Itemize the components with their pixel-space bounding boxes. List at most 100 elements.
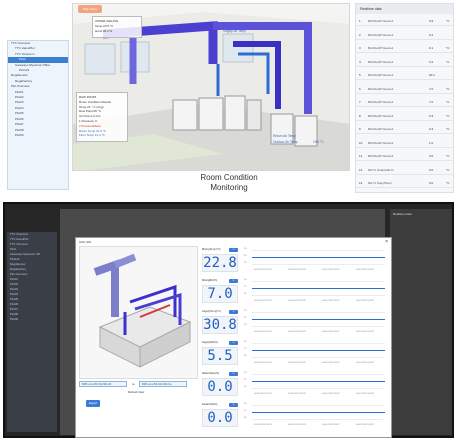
realtime-row[interactable]: 8 BACNetIP Device1 0.3 °C xyxy=(356,111,453,121)
realtime-cell-u: °C xyxy=(446,167,450,172)
realtime-row[interactable]: 9 BACNetIP Device1 0.3 °C xyxy=(356,124,453,134)
realtime-cell-v: 7.0 xyxy=(429,86,434,91)
trend-x-tick: 00:00 22/07 03:25 xyxy=(288,331,306,333)
trend-y-label: 22 xyxy=(244,348,247,350)
modal-title: OAC 301 xyxy=(79,240,92,244)
realtime-cell-u: °C xyxy=(446,59,450,64)
trend-y-label: 22 xyxy=(244,286,247,288)
realtime-cell-n: 6 xyxy=(359,86,361,91)
duct-temp-tag: Supply Air Temp xyxy=(223,29,246,33)
kpi-card: WaterValve(%)% 0.0 xyxy=(202,372,238,399)
equipment-modal: OAC 301 × BMS ems.BF.OAC301-Mi to BMS em… xyxy=(75,237,392,438)
trend-line xyxy=(252,412,385,413)
trend-x-tick: 00:00 22/07 03:27 xyxy=(322,269,340,271)
trend-line xyxy=(252,319,385,320)
trend-y-label: 20 xyxy=(244,262,247,264)
trend-gridline xyxy=(252,374,385,375)
tree-item[interactable]: Plot09 xyxy=(7,317,57,322)
trend-x-tick: 00:00 22/07 03:25 xyxy=(288,362,306,364)
trend-x-tick: 00:00 22/07 03:23 xyxy=(254,424,272,426)
trend-y-label: 22 xyxy=(244,379,247,381)
kpi-label: WaterValve(%) xyxy=(202,372,220,375)
kpi-card: SupplyTemp(°C) °C 30.8 xyxy=(202,310,238,337)
realtime-cell-n: 3 xyxy=(359,46,361,50)
kpi-label: MixingTemp(°C) xyxy=(202,248,221,251)
realtime-row[interactable]: 13 DHY1 SupplTemp 0.0 °C xyxy=(356,178,453,188)
trend-x-tick: 00:00 22/07 03:27 xyxy=(322,424,340,426)
realtime-cell-n: 9 xyxy=(359,127,361,131)
realtime-row[interactable]: 12 DHY1 OutputVal % 0.0 °C xyxy=(356,165,453,175)
trend-y-label: 22 xyxy=(244,410,247,412)
trend-x-tick: 00:00 22/07 03:23 xyxy=(254,393,272,395)
realtime-cell-u: °C xyxy=(446,46,450,50)
realtime-row[interactable]: 3 BACNetIP Device1 0.1 °C xyxy=(356,43,453,53)
kpi-unit-badge[interactable]: % xyxy=(229,279,238,283)
export-button[interactable]: Export xyxy=(86,400,100,407)
floor-temp: Floor Temp 21.4 °C xyxy=(79,133,105,138)
trend-line xyxy=(252,288,385,289)
trend-gridline xyxy=(252,295,385,296)
realtime-cell-name: BACNetIP Device1 xyxy=(368,100,394,104)
realtime-cell-name: BACNetIP Device1 xyxy=(368,59,394,64)
trend-x-tick: 00:00 22/07 03:29 xyxy=(356,362,374,364)
trend-x-tick: 00:00 22/07 03:25 xyxy=(288,300,306,302)
kpi-unit-badge[interactable]: % xyxy=(229,372,238,376)
refresh-toggle[interactable]: Refresh Now xyxy=(128,390,144,394)
trend-chart: 24 22 20 00:00 22/07 03:23 00:00 22/07 03:25… xyxy=(244,310,387,337)
trend-chart: 24 22 20 00:00 22/07 03:23 00:00 22/07 03:25… xyxy=(244,341,387,368)
room-condition-caption: Room Condition Monitoring xyxy=(194,173,264,192)
realtime-cell-name: DHY1 SupplTemp xyxy=(368,181,392,185)
trend-chart: 24 22 20 00:00 22/07 03:23 00:00 22/07 03:25… xyxy=(244,279,387,306)
ship-inbox-button[interactable]: Ship Inbox xyxy=(78,5,102,13)
trend-y-label: 22 xyxy=(244,317,247,319)
realtime-cell-v: 0.3 xyxy=(429,127,434,131)
outdoor-temp-value: 19.0 °C xyxy=(313,140,324,144)
realtime-cell-n: 4 xyxy=(359,59,361,64)
realtime-row[interactable]: 5 BACNetIP Device1 20.1 xyxy=(356,70,453,80)
bottom-screen: TTC Overview TTC HanoiPlot TTC Vinaroom Plo… xyxy=(3,202,454,438)
kpi-unit-badge[interactable]: °C xyxy=(229,248,238,252)
realtime-row[interactable]: 7 BACNetIP Device1 7.0 °C xyxy=(356,97,453,107)
trend-x-tick: 00:00 22/07 03:25 xyxy=(288,424,306,426)
kpi-label: SupplyTemp(°C) xyxy=(202,310,221,313)
realtime-cell-name: BACNetIP Device1 xyxy=(368,86,394,91)
trend-x-tick: 00:00 22/07 03:23 xyxy=(254,269,272,271)
ahu-illustration xyxy=(79,246,198,379)
tree-item[interactable]: Plot09 xyxy=(8,133,68,138)
caption-line: Room Condition xyxy=(200,173,258,182)
realtime-cell-n: 1 xyxy=(359,19,361,23)
trend-y-label: 24 xyxy=(244,403,247,405)
realtime-cell-v: 2.2 xyxy=(429,59,434,64)
realtime-row[interactable]: 10 BACNetIP Device1 1.0 xyxy=(356,138,453,148)
kpi-unit-badge[interactable]: % xyxy=(229,403,238,407)
realtime-cell-n: 10 xyxy=(359,140,363,145)
kpi-card: MixingTemp(°C) °C 22.8 xyxy=(202,248,238,275)
close-icon[interactable]: × xyxy=(385,239,388,245)
trend-gridline xyxy=(252,405,385,406)
kpi-value: 5.5 xyxy=(202,347,238,365)
realtime-row[interactable]: 4 BACNetIP Device1 2.2 °C xyxy=(356,57,453,67)
realtime-cell-name: DHY1 OutputVal % xyxy=(368,167,394,172)
realtime-row[interactable]: 2 BACNetIP Device1 0.2 xyxy=(356,30,453,40)
realtime-cell-n: 13 xyxy=(359,181,363,185)
point-select-right[interactable]: BMS ems.BF.OAC301-Su xyxy=(139,381,187,387)
point-select-left[interactable]: BMS ems.BF.OAC301-Mi xyxy=(79,381,127,387)
top-screen: TTC Overview TTC HanoiPlot TTC Vinaroom Plo… xyxy=(0,0,457,195)
kpi-value: 0.0 xyxy=(202,378,238,396)
kpi-unit-badge[interactable]: % xyxy=(229,341,238,345)
realtime-cell-n: 7 xyxy=(359,100,361,104)
kpi-label: HeaterVal(%) xyxy=(202,403,218,406)
trend-x-tick: 00:00 22/07 03:29 xyxy=(356,269,374,271)
kpi-unit-badge[interactable]: °C xyxy=(229,310,238,314)
realtime-row[interactable]: 11 BACNetIP Device1 0.0 °C xyxy=(356,151,453,161)
realtime-cell-n: 8 xyxy=(359,113,361,118)
trend-x-tick: 00:00 22/07 03:23 xyxy=(254,331,272,333)
trend-x-tick: 00:00 22/07 03:27 xyxy=(322,331,340,333)
realtime-cell-u: °C xyxy=(446,100,450,104)
trend-x-tick: 00:00 22/07 03:29 xyxy=(356,424,374,426)
realtime-cell-v: 0.0 xyxy=(429,154,434,158)
trend-x-tick: 00:00 22/07 03:29 xyxy=(356,393,374,395)
realtime-row[interactable]: 6 BACNetIP Device1 7.0 °C xyxy=(356,84,453,94)
realtime-row[interactable]: 1 BACNetIP Device1 0.9 °C xyxy=(356,16,453,26)
trend-y-label: 24 xyxy=(244,279,247,281)
